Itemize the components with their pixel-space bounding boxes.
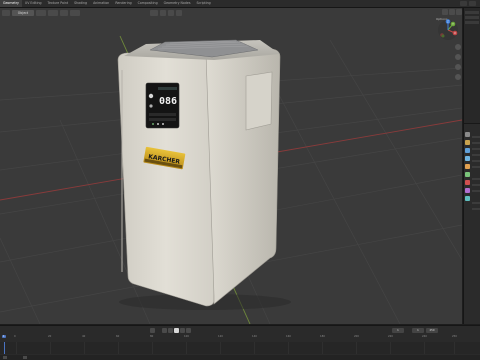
workspace-tab[interactable]: Shading (71, 0, 90, 7)
outliner-row[interactable] (465, 16, 479, 19)
solid-shading-icon[interactable] (456, 9, 462, 15)
properties-tab-icon[interactable] (465, 180, 470, 185)
outliner-panel[interactable] (464, 8, 480, 124)
air-purifier-model[interactable] (117, 39, 281, 307)
jump-keyframe-forward-icon[interactable] (180, 328, 185, 333)
viewport-scene: 086 KARCHER (0, 35, 462, 324)
zoom-icon[interactable] (455, 44, 461, 50)
pan-icon[interactable] (455, 54, 461, 60)
wireframe-shading-icon[interactable] (449, 9, 455, 15)
object-mode-dropdown[interactable]: Object (12, 9, 34, 16)
play-icon[interactable] (174, 328, 179, 333)
proportional-edit-icon[interactable] (176, 9, 182, 16)
3d-viewport[interactable]: 086 KARCHER (0, 8, 462, 324)
navigation-gizmo[interactable]: X Y Z (437, 19, 459, 41)
workspace-tab-bar: Geometry UV Editing Texture Paint Shadin… (0, 0, 480, 8)
properties-tab-icon[interactable] (465, 196, 470, 201)
frame-ruler[interactable]: 1 0 20 40 60 80 100 120 140 160 180 200 … (0, 335, 480, 341)
property-row[interactable] (472, 178, 480, 180)
play-reverse-icon[interactable] (168, 328, 173, 333)
workspace-tab[interactable]: UV Editing (22, 0, 45, 7)
ruler-tick: 100 (184, 335, 189, 338)
timeline-track[interactable] (0, 342, 480, 354)
ruler-tick: 140 (252, 335, 257, 338)
properties-tab-icon[interactable] (465, 132, 470, 137)
workspace-tab[interactable]: Compositing (135, 0, 161, 7)
ruler-tick: 20 (48, 335, 52, 338)
object-menu[interactable] (70, 9, 80, 16)
property-row[interactable] (472, 136, 480, 138)
ruler-tick: 220 (388, 335, 393, 338)
workspace-tab[interactable]: Rendering (112, 0, 134, 7)
jump-start-icon[interactable] (150, 328, 155, 333)
view-menu[interactable] (36, 9, 46, 16)
snap-icon[interactable] (168, 9, 174, 16)
workspace-tab[interactable]: Texture Paint (45, 0, 72, 7)
transform-orientation-button[interactable] (150, 9, 158, 16)
current-frame-indicator[interactable]: 1 (2, 335, 6, 338)
property-row[interactable] (472, 166, 480, 168)
right-side-panels (463, 8, 480, 324)
view-navigation-buttons (455, 44, 461, 80)
ruler-tick: 200 (354, 335, 359, 338)
playback-controls: 1 1 250 (0, 327, 480, 334)
overlay-icon[interactable] (442, 9, 448, 15)
workspace-tab[interactable]: Geometry (0, 0, 22, 7)
properties-tab-icon[interactable] (465, 140, 470, 145)
ruler-tick: 40 (82, 335, 86, 338)
ruler-tick: 240 (422, 335, 427, 338)
ruler-tick: 80 (150, 335, 154, 338)
outliner-row[interactable] (465, 11, 479, 14)
view-layer-icon[interactable] (469, 1, 476, 6)
workspace-tab[interactable]: Animation (90, 0, 112, 7)
editor-type-button[interactable] (2, 9, 10, 16)
ruler-tick: 160 (286, 335, 291, 338)
property-row[interactable] (472, 184, 480, 186)
properties-tab-icon[interactable] (465, 164, 470, 169)
property-row[interactable] (472, 190, 480, 192)
property-row[interactable] (472, 160, 480, 162)
property-row[interactable] (472, 142, 480, 144)
ruler-tick: 180 (320, 335, 325, 338)
mouse-left-icon (3, 356, 7, 359)
playhead[interactable] (4, 342, 5, 354)
camera-view-icon[interactable] (455, 64, 461, 70)
jump-end-icon[interactable] (186, 328, 191, 333)
pivot-icon[interactable] (160, 9, 166, 16)
end-frame-field[interactable]: 250 (426, 328, 438, 333)
ruler-tick: 250 (452, 335, 457, 338)
properties-tab-icon[interactable] (465, 156, 470, 161)
mouse-middle-icon (23, 356, 27, 359)
outliner-row[interactable] (465, 21, 479, 24)
ruler-tick: 0 (14, 335, 16, 338)
perspective-toggle-icon[interactable] (455, 74, 461, 80)
scene-icon[interactable] (460, 1, 467, 6)
workspace-tab[interactable]: Geometry Nodes (161, 0, 194, 7)
scene-selector-group (460, 1, 476, 6)
properties-tab-icon[interactable] (465, 172, 470, 177)
viewport-header: Object (0, 8, 462, 17)
property-row[interactable] (472, 208, 480, 210)
status-bar (0, 355, 480, 360)
current-frame-field[interactable]: 1 (392, 328, 404, 333)
select-menu[interactable] (48, 9, 58, 16)
ruler-tick: 120 (218, 335, 223, 338)
display-digits: 086 (159, 96, 177, 107)
timeline-editor: 1 1 250 1 0 20 40 60 80 100 120 140 160 … (0, 325, 480, 355)
add-menu[interactable] (60, 9, 68, 16)
start-frame-field[interactable]: 1 (412, 328, 424, 333)
property-row[interactable] (472, 202, 480, 204)
jump-keyframe-back-icon[interactable] (162, 328, 167, 333)
properties-tab-icon[interactable] (465, 188, 470, 193)
property-row[interactable] (472, 148, 480, 150)
workspace-tab[interactable]: Scripting (194, 0, 214, 7)
property-row[interactable] (472, 154, 480, 156)
properties-tabs (465, 132, 470, 201)
ruler-tick: 60 (116, 335, 120, 338)
properties-tab-icon[interactable] (465, 148, 470, 153)
